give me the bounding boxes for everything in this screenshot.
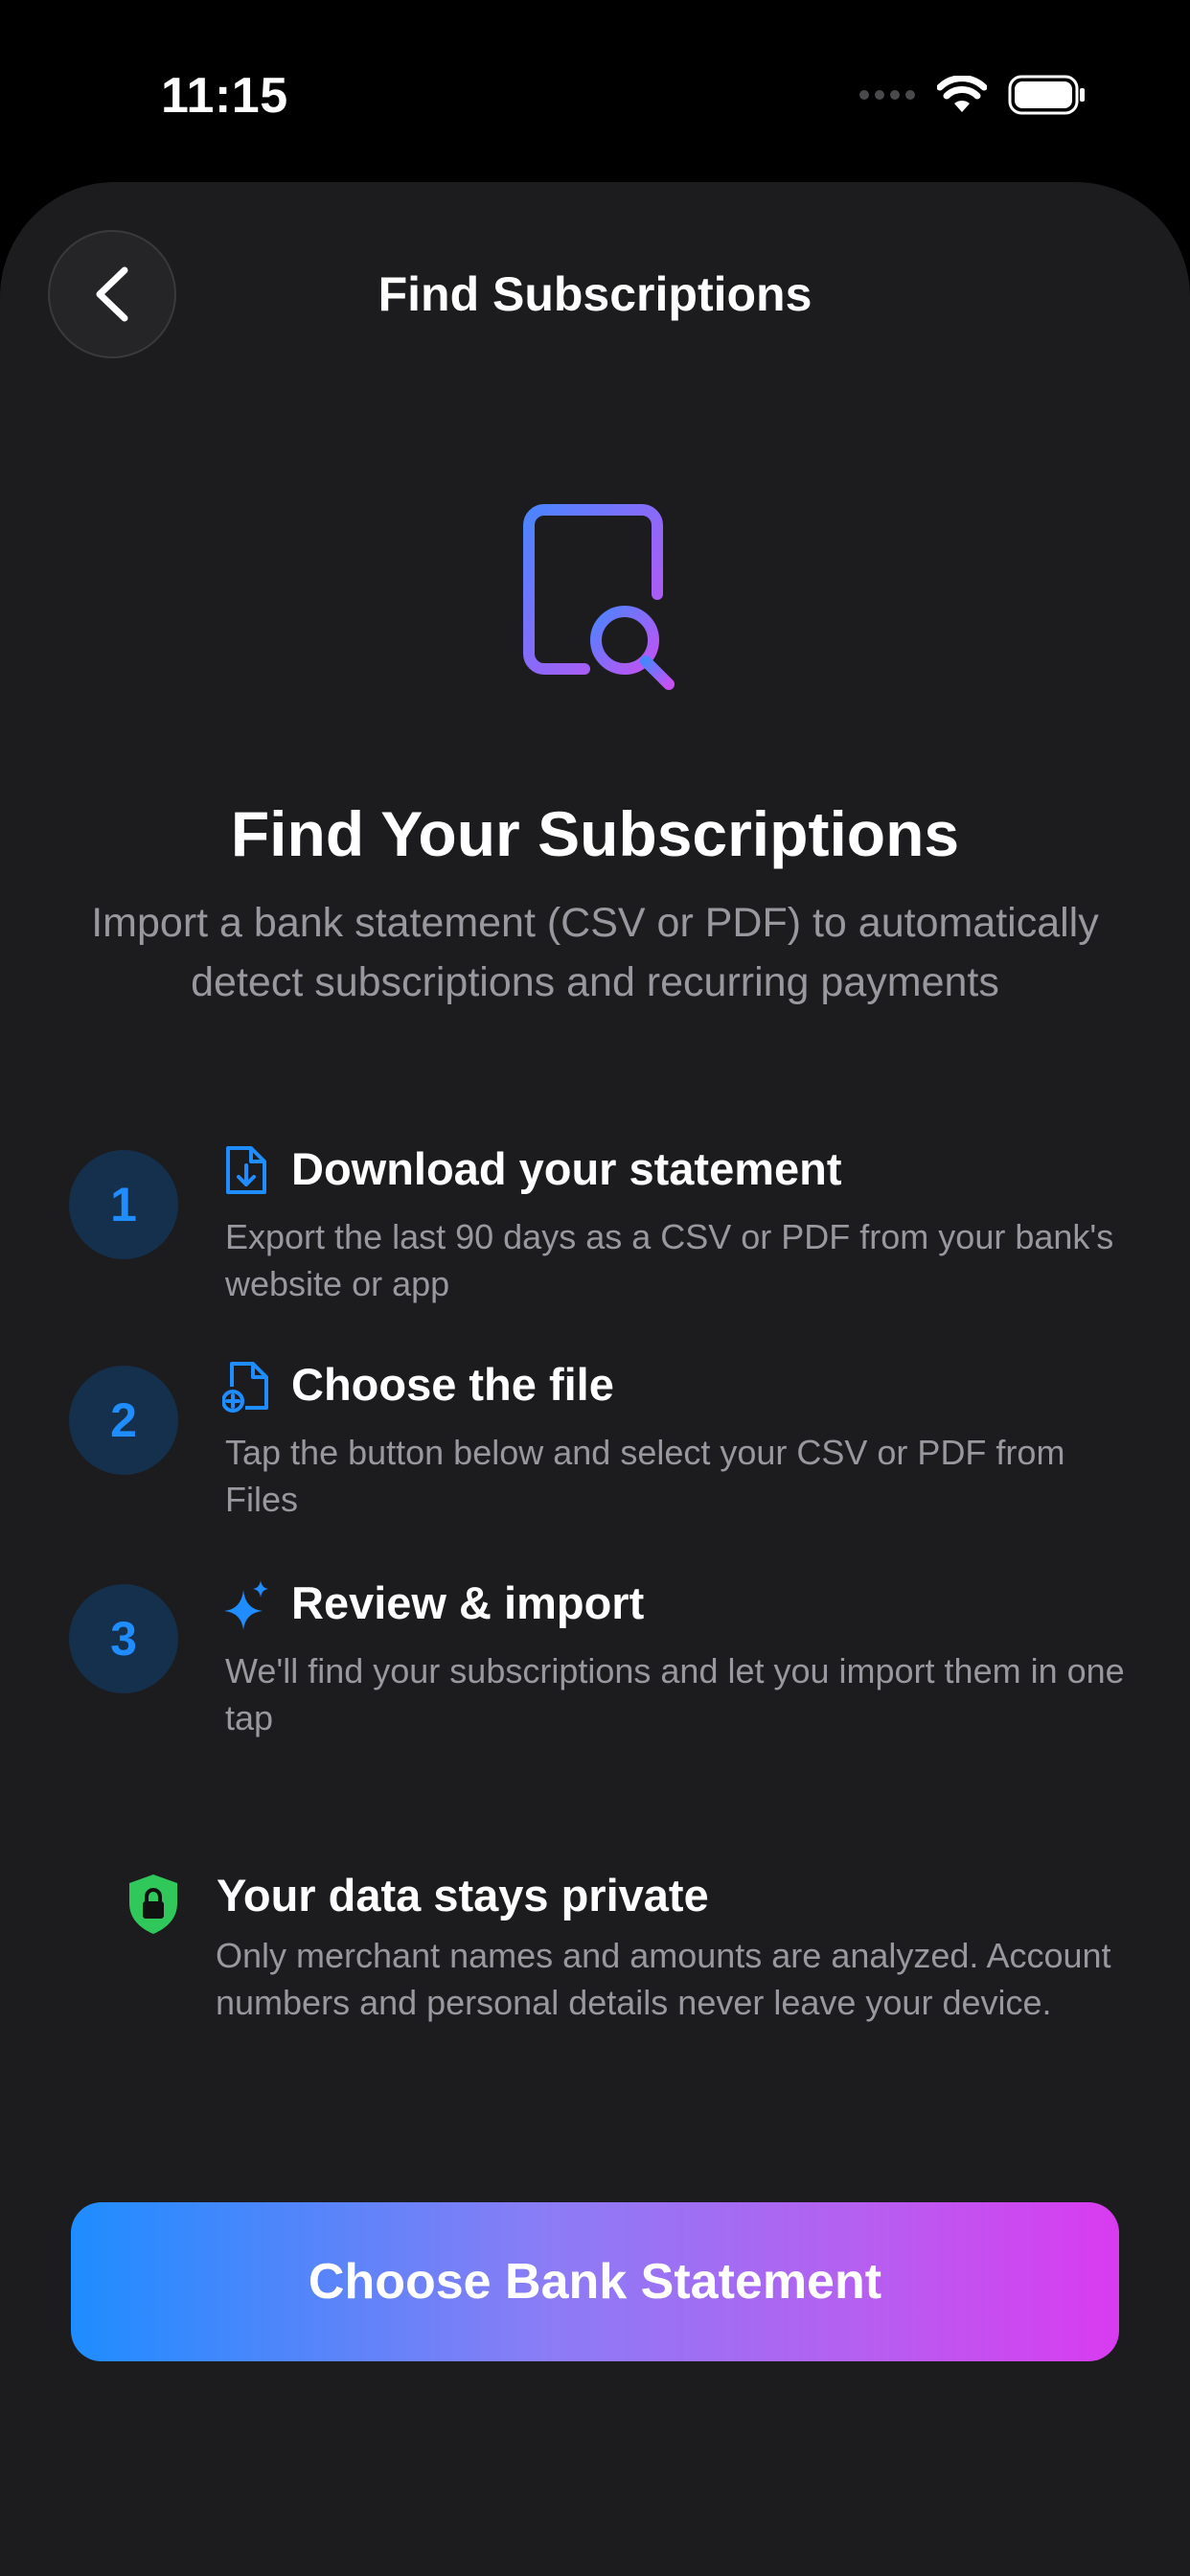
privacy-description: Only merchant names and amounts are anal… bbox=[216, 1936, 1111, 2022]
shield-lock-icon bbox=[129, 1874, 177, 1934]
sparkles-icon bbox=[224, 1580, 268, 1630]
hero-subtitle: Import a bank statement (CSV or PDF) to … bbox=[91, 900, 1099, 1005]
battery-icon bbox=[1008, 75, 1085, 115]
doc-download-icon bbox=[226, 1146, 266, 1194]
doc-search-icon bbox=[523, 504, 675, 690]
step-number: 2 bbox=[69, 1366, 178, 1475]
status-icons bbox=[858, 73, 1087, 117]
wifi-icon bbox=[937, 76, 987, 112]
privacy-title: Your data stays private bbox=[217, 1870, 709, 1920]
cellular-signal-icon bbox=[859, 90, 915, 100]
nav-title: Find Subscriptions bbox=[378, 267, 812, 321]
hero-title: Find Your Subscriptions bbox=[230, 798, 960, 869]
doc-add-icon bbox=[222, 1362, 268, 1413]
status-bar: 11:15 bbox=[0, 0, 1190, 182]
step-description: Export the last 90 days as a CSV or PDF … bbox=[225, 1217, 1114, 1303]
step-number: 1 bbox=[69, 1150, 178, 1259]
step-title: Download your statement bbox=[291, 1143, 842, 1194]
status-time: 11:15 bbox=[161, 68, 288, 124]
step-description: We'll find your subscriptions and let yo… bbox=[225, 1651, 1125, 1737]
step-title: Choose the file bbox=[291, 1359, 614, 1410]
step-description: Tap the button below and select your CSV… bbox=[225, 1433, 1065, 1519]
step-number: 3 bbox=[69, 1584, 178, 1693]
choose-bank-statement-button[interactable]: Choose Bank Statement bbox=[71, 2202, 1119, 2361]
step-title: Review & import bbox=[291, 1577, 645, 1628]
